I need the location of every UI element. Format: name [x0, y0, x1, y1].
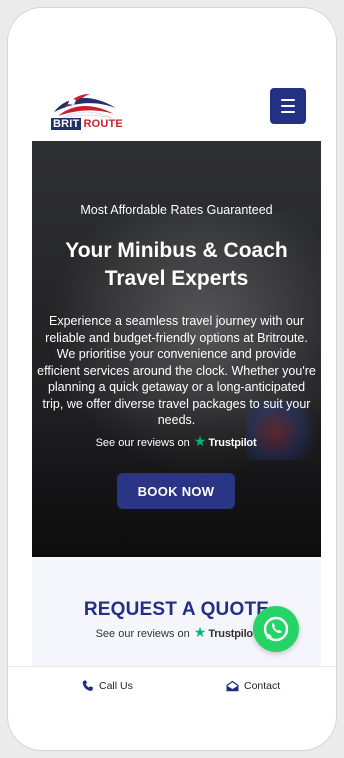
trustpilot-star-icon: ★	[193, 433, 207, 449]
trustpilot-label: Trustpilot	[208, 437, 257, 449]
contact-label: Contact	[244, 680, 281, 692]
hero-section: Most Affordable Rates Guaranteed Your Mi…	[32, 141, 321, 557]
phone-frame: BRIT ROUTE Most Affordable Rates Guarante…	[8, 8, 336, 750]
bottom-action-bar: Call Us Contact	[8, 666, 336, 705]
site-header: BRIT ROUTE	[8, 8, 336, 141]
hero-subtitle: Most Affordable Rates Guaranteed	[80, 203, 273, 217]
quote-trustpilot-reviews[interactable]: See our reviews on ★ Trustpilot	[76, 624, 276, 641]
menu-icon	[281, 99, 295, 101]
logo-brit: BRIT	[51, 118, 82, 130]
whatsapp-icon	[263, 616, 289, 642]
call-us-link[interactable]: Call Us	[82, 677, 133, 695]
hero-title: Your Minibus & Coach Travel Experts	[65, 239, 288, 290]
whatsapp-chat-button[interactable]	[253, 606, 299, 652]
logo-wordmark: BRIT ROUTE	[51, 118, 123, 130]
menu-icon-bar	[281, 105, 295, 107]
book-now-button[interactable]: BOOK NOW	[117, 473, 235, 509]
contact-link[interactable]: Contact	[226, 677, 280, 695]
menu-button[interactable]	[270, 88, 306, 124]
logo-route: ROUTE	[83, 118, 123, 130]
phone-icon	[82, 680, 93, 691]
hero-description: Experience a seamless travel journey wit…	[37, 314, 316, 427]
menu-icon-bar	[281, 111, 295, 113]
call-us-label: Call Us	[99, 680, 133, 692]
trustpilot-star-icon: ★	[193, 624, 207, 640]
reviews-text: See our reviews on	[95, 437, 190, 449]
hero-trustpilot-reviews[interactable]: See our reviews on ★ Trustpilot	[76, 433, 276, 450]
reviews-text: See our reviews on	[95, 628, 190, 640]
envelope-icon	[226, 680, 239, 692]
trustpilot-label: Trustpilot	[208, 628, 257, 640]
